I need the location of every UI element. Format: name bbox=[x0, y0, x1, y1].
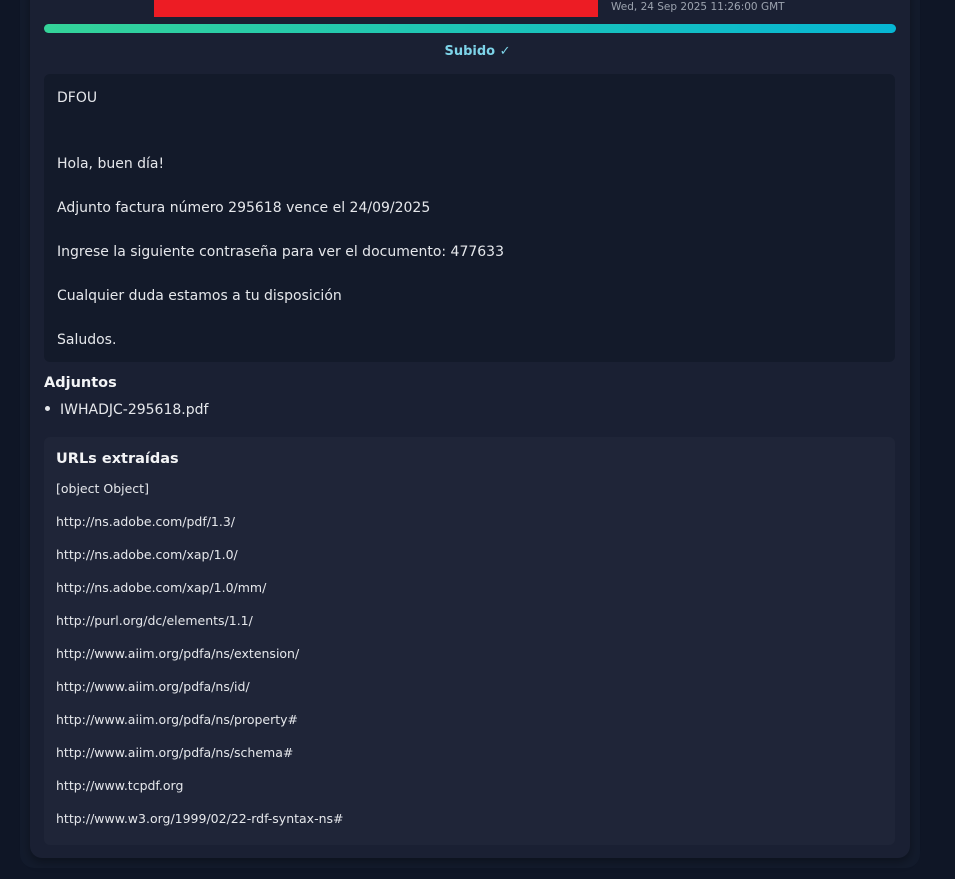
message-line: Saludos. bbox=[57, 332, 117, 348]
attachment-filename[interactable]: IWHADJC-295618.pdf bbox=[60, 402, 208, 418]
message-line: Hola, buen día! bbox=[57, 156, 165, 172]
extracted-urls-panel: URLs extraídas [object Object] http://ns… bbox=[44, 437, 895, 845]
url-item[interactable]: http://purl.org/dc/elements/1.1/ bbox=[56, 613, 253, 628]
message-line: Adjunto factura número 295618 vence el 2… bbox=[57, 200, 431, 216]
message-body: DFOU Hola, buen día! Adjunto factura núm… bbox=[44, 74, 895, 362]
url-item[interactable]: http://www.aiim.org/pdfa/ns/property# bbox=[56, 712, 298, 727]
upload-progress-bar bbox=[44, 24, 896, 33]
redacted-bar bbox=[154, 0, 598, 17]
attachments-heading: Adjuntos bbox=[44, 375, 117, 391]
url-item[interactable]: http://ns.adobe.com/xap/1.0/mm/ bbox=[56, 580, 266, 595]
bullet-icon bbox=[45, 406, 50, 411]
url-item[interactable]: http://www.aiim.org/pdfa/ns/id/ bbox=[56, 679, 250, 694]
url-item[interactable]: http://ns.adobe.com/xap/1.0/ bbox=[56, 547, 238, 562]
url-item[interactable]: http://www.aiim.org/pdfa/ns/schema# bbox=[56, 745, 293, 760]
url-item[interactable]: http://www.tcpdf.org bbox=[56, 778, 183, 793]
url-item[interactable]: http://ns.adobe.com/pdf/1.3/ bbox=[56, 514, 235, 529]
upload-status: Subido ✓ bbox=[444, 44, 511, 59]
url-item: [object Object] bbox=[56, 481, 149, 496]
url-item[interactable]: http://www.w3.org/1999/02/22-rdf-syntax-… bbox=[56, 811, 344, 826]
timestamp: Wed, 24 Sep 2025 11:26:00 GMT bbox=[611, 1, 785, 13]
message-line: Cualquier duda estamos a tu disposición bbox=[57, 288, 342, 304]
url-item[interactable]: http://www.aiim.org/pdfa/ns/extension/ bbox=[56, 646, 299, 661]
message-line: DFOU bbox=[57, 90, 98, 106]
message-line: Ingrese la siguiente contraseña para ver… bbox=[57, 244, 504, 260]
attachment-item[interactable]: IWHADJC-295618.pdf bbox=[44, 402, 208, 418]
urls-heading: URLs extraídas bbox=[56, 451, 179, 467]
